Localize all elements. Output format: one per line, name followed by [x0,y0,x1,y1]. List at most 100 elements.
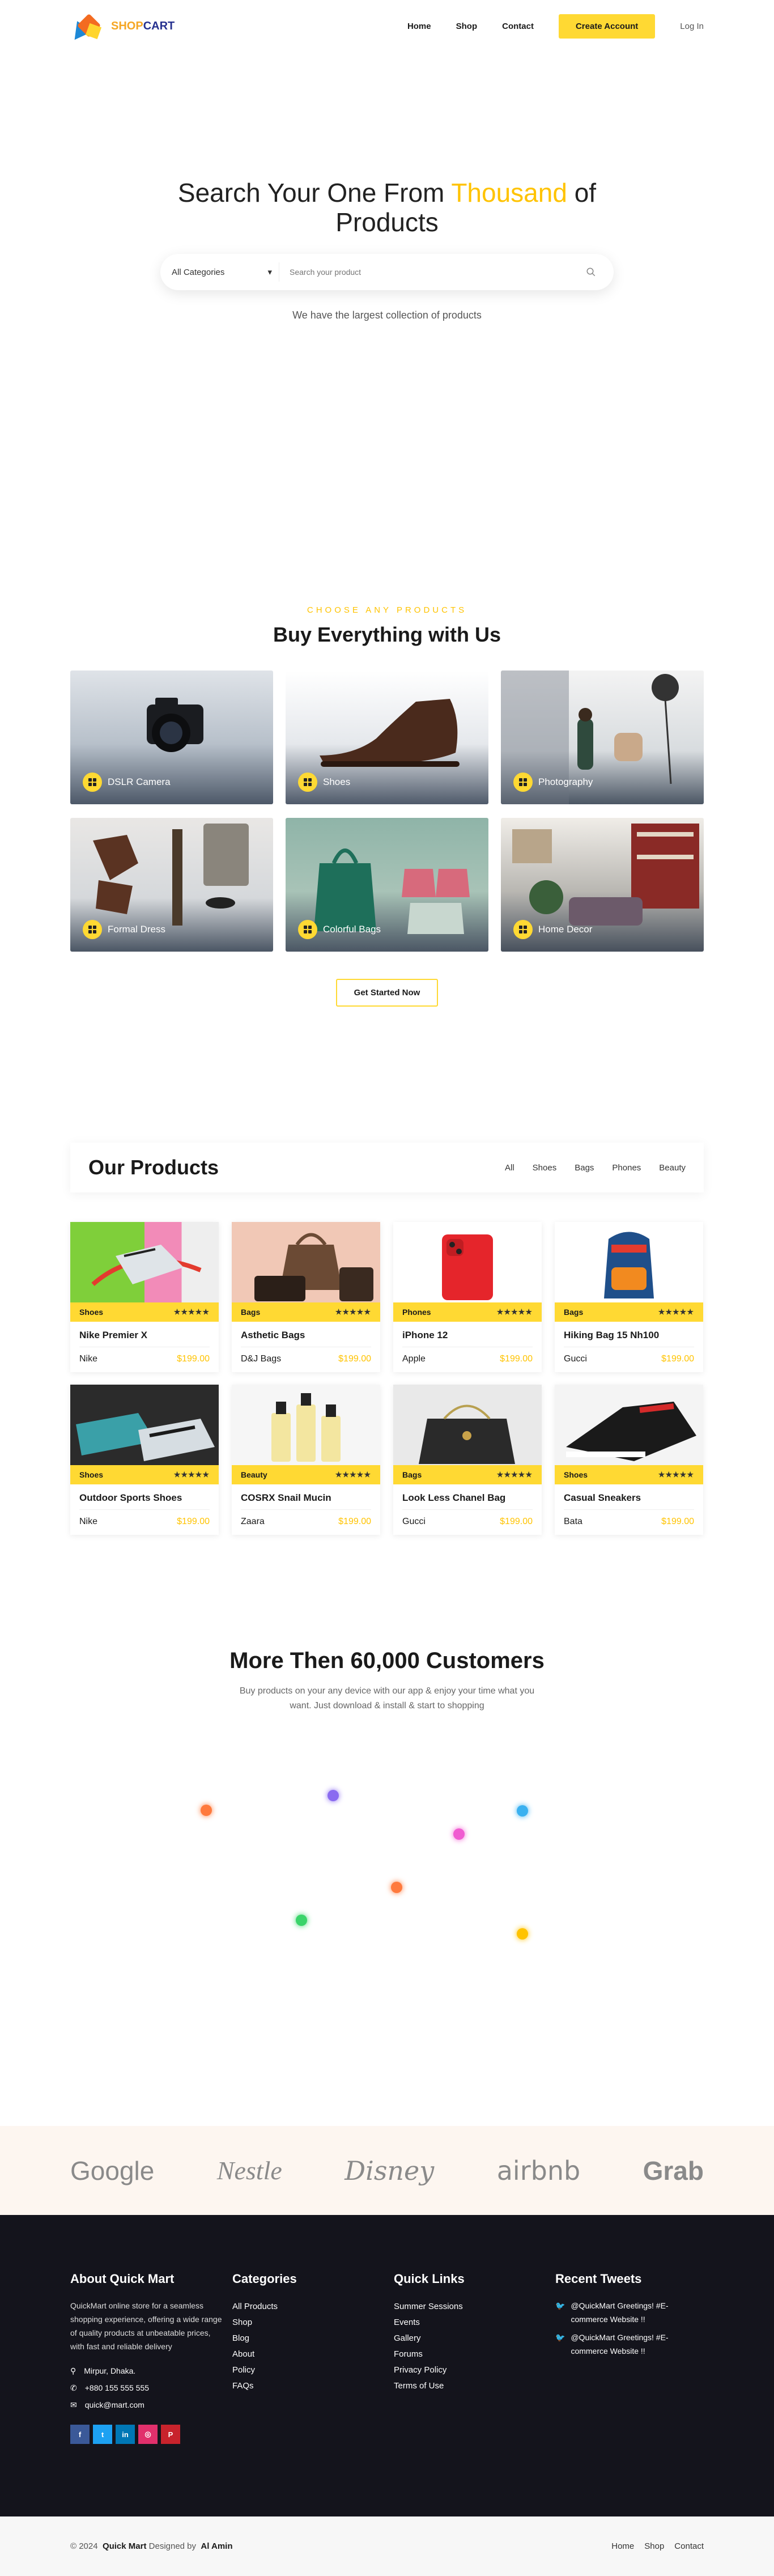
nav-shop[interactable]: Shop [456,22,478,31]
tab-phones[interactable]: Phones [612,1163,641,1173]
category-label: Photography [513,773,593,792]
product-card[interactable]: Shoes ★★★★★ Outdoor Sports Shoes Nike $199… [70,1385,219,1535]
bottom-links: Home Shop Contact [611,2541,704,2551]
bottom-link-contact[interactable]: Contact [674,2541,704,2551]
product-name[interactable]: Hiking Bag 15 Nh100 [555,1322,703,1347]
product-name[interactable]: iPhone 12 [393,1322,542,1347]
footer-link[interactable]: Gallery [394,2331,555,2346]
product-brand: Zaara [241,1517,265,1526]
category-card-shoes[interactable]: Shoes [286,670,488,804]
product-card[interactable]: Shoes ★★★★★ Casual Sneakers Bata $199.00 [555,1385,703,1535]
product-card[interactable]: Bags ★★★★★ Hiking Bag 15 Nh100 Gucci $199.… [555,1222,703,1372]
product-card[interactable]: Bags ★★★★★ Asthetic Bags D&J Bags $199.00 [232,1222,380,1372]
footer-link[interactable]: Policy [232,2362,394,2378]
product-image [232,1385,380,1465]
footer-link[interactable]: Shop [232,2315,394,2331]
category-card-formal-dress[interactable]: Formal Dress [70,818,273,952]
product-name[interactable]: COSRX Snail Mucin [232,1484,380,1509]
footer-link[interactable]: Blog [232,2331,394,2346]
twitter-icon: 🐦 [555,2333,565,2342]
product-meta: Beauty ★★★★★ [232,1465,380,1484]
search-icon[interactable] [580,261,602,283]
product-meta: Bags ★★★★★ [555,1302,703,1322]
product-category: Bags [402,1470,422,1479]
product-image [70,1385,219,1465]
product-category: Shoes [79,1470,104,1479]
product-category: Shoes [79,1308,104,1317]
linkedin-icon[interactable]: in [116,2425,135,2444]
category-label: Shoes [298,773,350,792]
product-price: $199.00 [177,1517,210,1526]
category-select[interactable]: All Categories ▾ [172,262,279,282]
tab-all[interactable]: All [505,1163,514,1173]
tab-bags[interactable]: Bags [575,1163,594,1173]
bottom-bar: © 2024 Quick Mart Designed by Al Amin Ho… [0,2516,774,2576]
tab-shoes[interactable]: Shoes [533,1163,557,1173]
nav-contact[interactable]: Contact [502,22,534,31]
footer-about: About Quick Mart QuickMart online store … [70,2272,232,2516]
pinterest-icon[interactable]: P [161,2425,180,2444]
copyright: © 2024 Quick Mart Designed by Al Amin [70,2541,233,2551]
bottom-link-home[interactable]: Home [611,2541,634,2551]
rating-stars: ★★★★★ [658,1470,694,1479]
footer-about-text: QuickMart online store for a seamless sh… [70,2301,222,2351]
mail-icon: ✉ [70,2400,77,2409]
rating-stars: ★★★★★ [335,1470,371,1479]
product-name[interactable]: Nike Premier X [70,1322,219,1347]
product-card[interactable]: Shoes ★★★★★ Nike Premier X Nike $199.00 [70,1222,219,1372]
product-footer: D&J Bags $199.00 [241,1347,371,1372]
login-link[interactable]: Log In [680,22,704,31]
brand-disney-logo: Disney [345,2155,435,2186]
create-account-button[interactable]: Create Account [558,14,656,39]
category-card-home-decor[interactable]: Home Decor [501,818,704,952]
footer-link[interactable]: Events [394,2315,555,2331]
search-input[interactable] [279,268,580,277]
product-image [232,1222,380,1302]
footer-link[interactable]: FAQs [232,2378,394,2394]
hero-subtitle: We have the largest collection of produc… [292,309,482,321]
product-footer: Zaara $199.00 [241,1509,371,1535]
footer-link[interactable]: All Products [232,2299,394,2315]
rating-stars: ★★★★★ [335,1308,371,1316]
grid-icon [513,773,533,792]
category-label: DSLR Camera [83,773,171,792]
product-price: $199.00 [661,1354,694,1364]
product-brand: Nike [79,1354,98,1364]
brand-google-logo: Google [70,2155,155,2185]
logo[interactable]: SHOPCART [67,13,175,40]
tab-beauty[interactable]: Beauty [659,1163,686,1173]
category-card-camera[interactable]: DSLR Camera [70,670,273,804]
product-name[interactable]: Outdoor Sports Shoes [70,1484,219,1509]
twitter-icon: 🐦 [555,2301,565,2310]
category-card-bags[interactable]: Colorful Bags [286,818,488,952]
product-card[interactable]: Beauty ★★★★★ COSRX Snail Mucin Zaara $199.… [232,1385,380,1535]
tweet-item[interactable]: 🐦 @QuickMart Greetings! #E-commerce Websi… [555,2331,686,2358]
products-header: Our Products All Shoes Bags Phones Beaut… [70,1143,704,1192]
category-card-photography[interactable]: Photography [501,670,704,804]
product-card[interactable]: Bags ★★★★★ Look Less Chanel Bag Gucci $199… [393,1385,542,1535]
product-image [393,1385,542,1465]
rating-stars: ★★★★★ [658,1308,694,1316]
nav-home[interactable]: Home [407,22,431,31]
footer-link[interactable]: Terms of Use [394,2378,555,2394]
footer-link[interactable]: Forums [394,2346,555,2362]
brand-strip: Google Nestle Disney airbnb Grab [0,2126,774,2215]
product-meta: Shoes ★★★★★ [70,1465,219,1484]
footer-link[interactable]: Summer Sessions [394,2299,555,2315]
bottom-link-shop[interactable]: Shop [644,2541,664,2551]
product-name[interactable]: Asthetic Bags [232,1322,380,1347]
phone-icon: ✆ [70,2383,77,2392]
product-card[interactable]: Phones ★★★★★ iPhone 12 Apple $199.00 [393,1222,542,1372]
product-name[interactable]: Look Less Chanel Bag [393,1484,542,1509]
product-footer: Apple $199.00 [402,1347,533,1372]
rating-stars: ★★★★★ [173,1470,210,1479]
instagram-icon[interactable]: ◎ [138,2425,158,2444]
tweet-item[interactable]: 🐦 @QuickMart Greetings! #E-commerce Websi… [555,2299,686,2326]
footer-link[interactable]: About [232,2346,394,2362]
decor-dot [296,1915,307,1926]
facebook-icon[interactable]: f [70,2425,90,2444]
twitter-icon[interactable]: t [93,2425,112,2444]
footer-link[interactable]: Privacy Policy [394,2362,555,2378]
product-name[interactable]: Casual Sneakers [555,1484,703,1509]
get-started-button[interactable]: Get Started Now [335,979,439,1007]
